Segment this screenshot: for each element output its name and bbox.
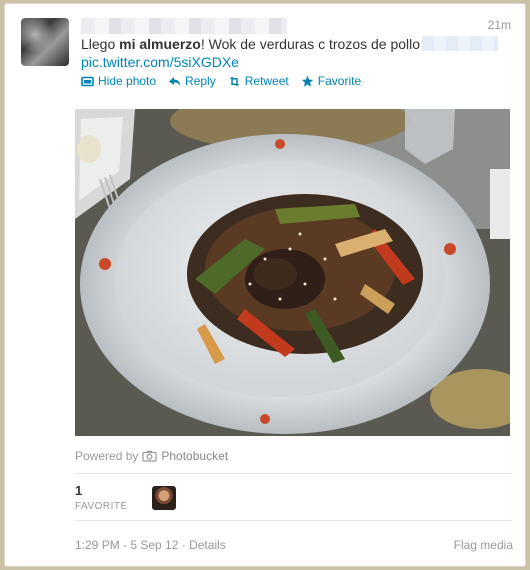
- favorite-count[interactable]: 1: [75, 483, 82, 498]
- reply-label: Reply: [185, 74, 216, 88]
- tweet-time[interactable]: 21m: [488, 18, 511, 32]
- retweet-label: Retweet: [244, 74, 289, 88]
- flag-media-link[interactable]: Flag media: [454, 538, 513, 552]
- tweet-text-start: Llego: [81, 36, 120, 52]
- camera-icon: [142, 450, 157, 462]
- tweet-text-bold: mi almuerzo: [119, 36, 201, 52]
- photo-link[interactable]: pic.twitter.com/5siXGDXe: [81, 54, 239, 70]
- meta-separator: ·: [181, 538, 186, 552]
- food-photo-illustration: [75, 109, 510, 436]
- tweet-meta: 1:29 PM - 5 Sep 12 · Details: [75, 538, 226, 552]
- tweet-text: Llego mi almuerzo! Wok de verduras c tro…: [81, 35, 511, 54]
- tweet-timestamp[interactable]: 1:29 PM - 5 Sep 12: [75, 538, 178, 552]
- favorite-stat-label: FAVORITE: [75, 501, 128, 512]
- author-name-redacted: [81, 18, 287, 34]
- reply-button[interactable]: Reply: [168, 74, 216, 88]
- retweet-button[interactable]: Retweet: [228, 74, 289, 88]
- tweet-photo[interactable]: [75, 109, 510, 436]
- divider: [75, 520, 512, 521]
- favorite-label: Favorite: [317, 74, 362, 88]
- reply-icon: [169, 76, 181, 85]
- favorite-button[interactable]: Favorite: [301, 74, 361, 88]
- retweet-icon: [229, 76, 239, 86]
- tweet-actions: Hide photo Reply Retweet Favorite: [81, 74, 361, 88]
- star-icon: [301, 75, 313, 87]
- powered-by: Powered by Photobucket: [75, 449, 228, 463]
- photo-icon: [81, 76, 94, 86]
- hide-photo-label: Hide photo: [98, 74, 157, 88]
- details-link[interactable]: Details: [189, 538, 226, 552]
- powered-by-text: Powered by: [75, 449, 139, 463]
- text-redacted: [422, 36, 499, 51]
- author-avatar[interactable]: [21, 18, 69, 66]
- tweet-text-end: ! Wok de verduras c trozos de pollo: [200, 36, 421, 52]
- divider: [75, 473, 512, 474]
- hide-photo-button[interactable]: Hide photo: [81, 74, 156, 88]
- photobucket-link[interactable]: Photobucket: [161, 449, 228, 463]
- favoriter-avatar[interactable]: [152, 486, 176, 510]
